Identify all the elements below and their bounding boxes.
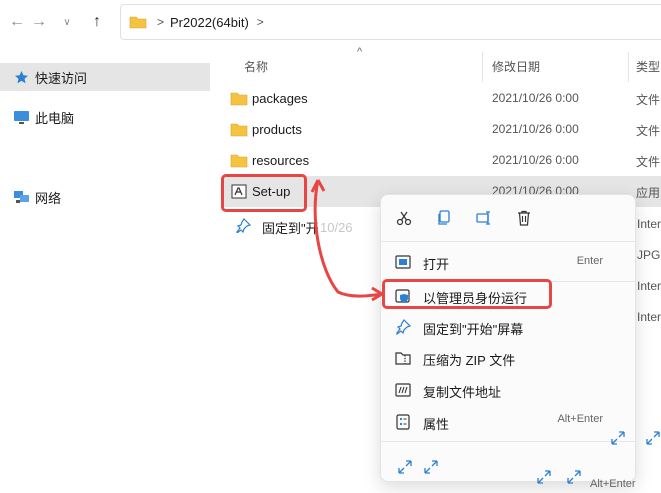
file-name: packages [252,91,308,106]
folder-icon [230,92,248,106]
folder-icon [230,154,248,168]
menu-item-pin-start[interactable]: 固定到"开始"屏幕 [389,312,629,342]
file-type: 应用 [636,186,661,200]
menu-item-shortcut: Alt+Enter [557,413,603,425]
sort-indicator: ^ [357,46,363,58]
breadcrumb-item[interactable]: Pr2022(64bit) [170,15,249,30]
delete-icon [518,210,530,226]
shield-icon [395,289,410,303]
file-date: 2021/10/26 0:00 [492,91,579,105]
delete-button[interactable] [513,207,535,229]
up-button[interactable]: ↑ [86,11,108,33]
rename-button[interactable] [473,207,495,229]
menu-divider [381,241,637,242]
expand-icon [646,431,660,445]
expand-icon [537,470,551,484]
cut-icon [396,211,412,226]
quick-actions-bar [381,195,637,241]
menu-divider [381,441,637,442]
column-modified[interactable]: 修改日期 [492,58,540,75]
file-name: Set-up [252,184,291,199]
monitor-icon [12,109,30,125]
pin-icon [396,319,411,335]
file-row-packages[interactable]: packages 2021/10/26 0:00 文件 [222,83,661,114]
breadcrumb-separator[interactable]: > [157,15,164,29]
file-name: resources [252,153,310,168]
menu-item-shortcut: Enter [576,255,603,267]
navigation-bar: ← → ∨ ↑ > Pr2022(64bit) > [0,0,661,46]
menu-item-label: 复制文件地址 [423,385,502,400]
sidebar-item-label: 此电脑 [35,110,75,126]
star-icon [12,69,30,85]
chevron-down-icon: ∨ [63,16,71,28]
open-app-icon [395,255,411,269]
sidebar-item-network[interactable]: 网络 [0,183,210,211]
expand-icon[interactable] [397,459,413,475]
expand-icon [567,470,581,484]
sidebar-item-quick-access[interactable]: 快速访问 [0,63,210,91]
folder-icon [230,123,248,137]
pin-icon [236,218,252,233]
back-button[interactable]: ← [6,11,28,33]
ghost-type: Inter [637,217,661,231]
sidebar-item-label: 快速访问 [35,70,88,86]
menu-item-label: 以管理员身份运行 [423,291,528,306]
network-icon [12,189,30,205]
column-name[interactable]: 名称 [244,58,268,75]
file-type: 文件 [636,124,661,138]
address-bar[interactable]: > Pr2022(64bit) > [120,4,661,40]
forward-button[interactable]: → [28,11,50,33]
recent-locations-button[interactable]: ∨ [56,11,78,33]
file-date: 2021/10/26 0:00 [492,122,579,136]
menu-item-label: 固定到"开始"屏幕 [423,322,524,337]
file-type: 文件 [636,155,661,169]
menu-item-label: 属性 [423,417,450,432]
menu-item-properties[interactable]: 属性 Alt+Enter [389,407,629,437]
file-row-resources[interactable]: resources 2021/10/26 0:00 文件 [222,145,661,176]
column-divider[interactable] [628,52,629,82]
adobe-app-icon [231,184,247,199]
column-type[interactable]: 类型 [636,58,660,75]
ghost-type: Inter [637,310,661,324]
ghost-date: 10/26 [320,220,353,235]
ghost-type: Inter [637,279,661,293]
file-row-products[interactable]: products 2021/10/26 0:00 文件 [222,114,661,145]
menu-item-open[interactable]: 打开 Enter [389,247,629,277]
copy-path-icon [395,383,411,397]
file-date: 2021/10/26 0:00 [492,153,579,167]
ghost-type: JPG [637,248,661,262]
menu-item-label: 打开 [423,257,450,272]
folder-icon [129,16,147,29]
navigation-pane: 快速访问 此电脑 网络 [0,46,212,493]
menu-item-label: 压缩为 ZIP 文件 [423,353,516,368]
arrow-right-icon: → [31,13,47,30]
column-divider[interactable] [482,52,483,82]
file-type: 文件 [636,93,661,107]
menu-bottom-row [381,451,637,481]
expand-icon [611,431,625,445]
zip-icon [395,352,411,365]
breadcrumb-separator[interactable]: > [257,15,264,29]
menu-item-copy-path[interactable]: 复制文件地址 [389,375,629,405]
context-menu: 打开 Enter 以管理员身份运行 固定到"开始"屏幕 压缩为 ZIP 文件 复… [380,194,637,482]
properties-icon [396,414,410,430]
menu-item-compress-zip[interactable]: 压缩为 ZIP 文件 [389,343,629,373]
rename-icon [476,211,490,225]
ghost-pin-label: 固定到"开 [262,221,319,236]
ghost-shortcut: Alt+Enter [590,478,636,490]
menu-item-run-as-admin[interactable]: 以管理员身份运行 [389,281,629,311]
file-name: products [252,122,302,137]
ghost-pin-row: 固定到"开 10/26 [222,210,382,241]
cut-button[interactable] [393,207,415,229]
sidebar-item-this-pc[interactable]: 此电脑 [0,103,210,131]
expand-icon[interactable] [423,459,439,475]
copy-button[interactable] [433,207,455,229]
sidebar-item-label: 网络 [35,190,62,206]
copy-icon [438,210,450,225]
arrow-up-icon: ↑ [93,13,101,30]
column-header: ^ 名称 修改日期 类型 [224,46,661,82]
arrow-left-icon: ← [9,13,25,30]
